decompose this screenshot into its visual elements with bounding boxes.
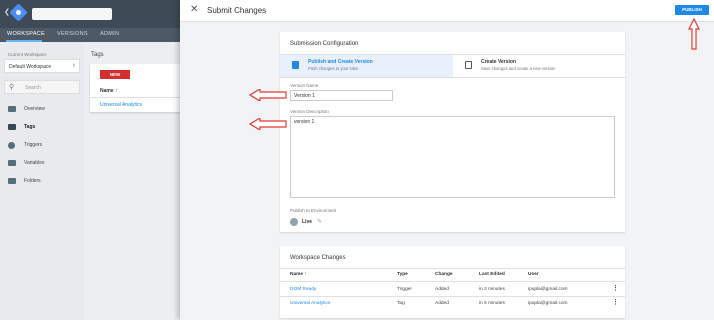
version-description-field[interactable]: version 1 (290, 116, 615, 198)
tags-column-name[interactable]: Name ↑ (100, 88, 118, 94)
option-publish-and-create[interactable]: Publish and Create Version Push changes … (280, 55, 453, 77)
row-name-link[interactable]: DOM Ready (290, 287, 316, 292)
publish-button[interactable]: PUBLISH (675, 5, 709, 15)
new-tag-button[interactable]: NEW (100, 70, 130, 79)
column-type: Type (397, 272, 408, 277)
folder-icon (8, 178, 16, 184)
copy-icon (465, 61, 472, 69)
column-name[interactable]: Name ↑ (290, 272, 307, 277)
search-input[interactable]: ⚲ Search (4, 80, 80, 94)
row-name-link[interactable]: Universal Analytics (290, 301, 330, 306)
pencil-icon[interactable]: ✎ (317, 218, 322, 225)
sidebar-item-folders[interactable]: Folders (0, 175, 84, 189)
workspace-name: Default Workspace (9, 64, 52, 70)
tab-versions[interactable]: VERSIONS (57, 31, 88, 37)
variable-icon (8, 160, 16, 166)
tag-row-link[interactable]: Universal Analytics (100, 102, 142, 108)
tab-workspace[interactable]: WORKSPACE (7, 31, 45, 37)
sidebar-item-triggers[interactable]: Triggers (0, 139, 84, 153)
close-icon[interactable]: ✕ (190, 4, 198, 15)
dialog-header: ✕ Submit Changes PUBLISH (180, 0, 714, 22)
tags-card: NEW Name ↑ Universal Analytics (90, 64, 194, 112)
column-change: Change (435, 272, 453, 277)
chevron-right-icon: › (72, 62, 75, 69)
environment-value: Live (302, 219, 313, 225)
top-bar: ❮ (0, 0, 200, 28)
annotation-arrow-publish (688, 17, 700, 50)
column-user: User (528, 272, 539, 277)
more-vert-icon[interactable]: ⋮ (612, 284, 619, 292)
workspace-selector[interactable]: Default Workspace › (4, 59, 80, 73)
annotation-arrow-version-description (248, 118, 287, 130)
dialog-title: Submit Changes (207, 6, 267, 15)
workspace-changes-card: Workspace Changes Name ↑ Type Change Las… (280, 246, 625, 318)
sidebar-item-tags[interactable]: Tags (0, 121, 84, 135)
sidebar: Current Workspace Default Workspace › ⚲ … (0, 42, 84, 320)
sidebar-item-overview[interactable]: Overview (0, 103, 84, 117)
current-workspace-label: Current Workspace (8, 52, 47, 57)
version-name-label: Version Name (290, 83, 319, 88)
more-vert-icon[interactable]: ⋮ (612, 298, 619, 306)
search-placeholder: Search (25, 85, 41, 91)
publish-icon (292, 61, 299, 69)
tag-icon (8, 124, 16, 130)
submit-changes-dialog: ✕ Submit Changes PUBLISH Submission Conf… (180, 0, 714, 320)
sidebar-item-variables[interactable]: Variables (0, 157, 84, 171)
tab-admin[interactable]: ADMIN (100, 31, 119, 37)
overview-icon (8, 106, 16, 112)
version-name-field[interactable]: Version 1 (290, 90, 393, 101)
submission-config-card: Submission Configuration Publish and Cre… (280, 32, 625, 232)
version-description-label: Version Description (290, 109, 329, 114)
option-create-version[interactable]: Create Version Save changes and create a… (453, 55, 625, 77)
search-icon: ⚲ (9, 84, 15, 91)
trigger-icon (8, 142, 15, 149)
environment-label: Publish to Environment (290, 208, 337, 213)
environment-icon (290, 218, 298, 226)
column-last-edited: Last Edited (479, 272, 505, 277)
config-title: Submission Configuration (290, 41, 359, 47)
account-name-redacted (32, 8, 112, 20)
annotation-arrow-version-name (248, 89, 287, 101)
changes-title: Workspace Changes (290, 255, 346, 261)
tags-title: Tags (91, 52, 104, 58)
